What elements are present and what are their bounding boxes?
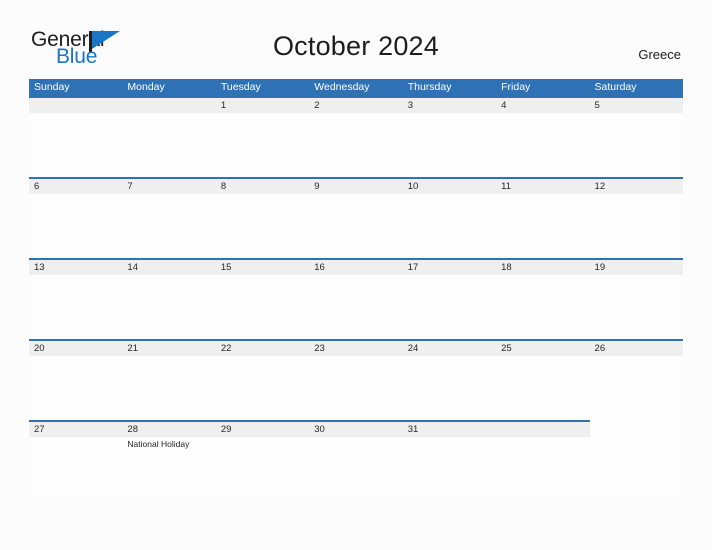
calendar-day-cell-30[interactable]: 30 xyxy=(309,420,403,501)
day-number: 12 xyxy=(594,181,606,192)
calendar-day-cell-9[interactable]: 9 xyxy=(309,177,403,258)
weekday-header-row: Sunday Monday Tuesday Wednesday Thursday Frid… xyxy=(29,79,683,96)
calendar-day-cell-2[interactable]: 2 xyxy=(309,96,403,177)
day-number: 8 xyxy=(220,181,227,192)
weekday-header-thursday: Thursday xyxy=(407,81,452,93)
calendar-weeks: 1 2 3 4 5 6 7 8 9 10 11 12 13 14 15 16 17 18 19 20 21 22 23 24 2… xyxy=(29,96,683,501)
day-number: 19 xyxy=(594,262,606,273)
day-number: 3 xyxy=(407,100,413,111)
calendar-day-cell-empty xyxy=(496,420,590,501)
calendar-day-cell-11[interactable]: 11 xyxy=(496,177,590,258)
weekday-header-friday: Friday xyxy=(501,81,531,93)
weekday-header-tuesday: Tuesday xyxy=(220,81,261,93)
calendar-day-cell-28[interactable]: 28 National Holiday xyxy=(122,420,216,501)
day-number: 1 xyxy=(220,100,227,111)
day-number: 10 xyxy=(407,181,419,192)
calendar-day-cell-16[interactable]: 16 xyxy=(309,258,403,339)
weekday-header-monday: Monday xyxy=(127,81,165,93)
day-number: 6 xyxy=(34,181,40,192)
day-number: 15 xyxy=(220,262,232,273)
day-number: 31 xyxy=(407,424,419,435)
calendar-day-cell-25[interactable]: 25 xyxy=(496,339,590,420)
day-number: 18 xyxy=(501,262,512,273)
calendar-day-cell-23[interactable]: 23 xyxy=(309,339,403,420)
day-number: 5 xyxy=(594,100,600,111)
day-number: 29 xyxy=(220,424,232,435)
day-number: 16 xyxy=(314,262,325,273)
calendar-day-cell-15[interactable]: 15 xyxy=(215,258,310,339)
calendar-day-cell-empty xyxy=(122,96,216,177)
day-number: 24 xyxy=(407,343,419,354)
calendar-day-cell-21[interactable]: 21 xyxy=(122,339,216,420)
page-title: October 2024 xyxy=(272,31,439,61)
day-number: 13 xyxy=(34,262,45,273)
calendar-day-cell-19[interactable]: 19 xyxy=(589,258,683,339)
page-header: General Blue October 2024 Greece xyxy=(0,0,712,78)
day-number: 21 xyxy=(127,343,138,354)
calendar-day-cell-4[interactable]: 4 xyxy=(496,96,590,177)
calendar-day-cell-empty xyxy=(29,96,123,177)
calendar-grid: Sunday Monday Tuesday Wednesday Thursday Frid… xyxy=(29,79,683,501)
locale-label: Greece xyxy=(638,47,681,62)
day-number: 4 xyxy=(501,100,507,111)
weekday-header-saturday: Saturday xyxy=(594,81,637,93)
day-number: 7 xyxy=(127,181,133,192)
calendar-day-cell-3[interactable]: 3 xyxy=(402,96,497,177)
calendar-day-cell-14[interactable]: 14 xyxy=(122,258,216,339)
calendar-day-cell-5[interactable]: 5 xyxy=(589,96,683,177)
day-number: 30 xyxy=(314,424,325,435)
calendar-week-row: 27 28 National Holiday 29 30 31 xyxy=(29,420,683,501)
calendar-day-cell-8[interactable]: 8 xyxy=(215,177,310,258)
weekday-header-wednesday: Wednesday xyxy=(314,81,370,93)
calendar-day-cell-24[interactable]: 24 xyxy=(402,339,497,420)
day-number: 22 xyxy=(220,343,232,354)
calendar-week-row: 13 14 15 16 17 18 19 xyxy=(29,258,683,339)
day-number: 9 xyxy=(314,181,320,192)
weekday-header-sunday: Sunday xyxy=(34,81,70,93)
calendar-week-row: 20 21 22 23 24 25 26 xyxy=(29,339,683,420)
calendar-week-row: 1 2 3 4 5 xyxy=(29,96,683,177)
calendar-day-cell-26[interactable]: 26 xyxy=(589,339,683,420)
calendar-day-cell-17[interactable]: 17 xyxy=(402,258,497,339)
calendar-day-cell-18[interactable]: 18 xyxy=(496,258,590,339)
day-number: 20 xyxy=(34,343,45,354)
day-number: 26 xyxy=(594,343,606,354)
calendar-day-cell-6[interactable]: 6 xyxy=(29,177,123,258)
day-event-label: National Holiday xyxy=(127,439,190,449)
calendar-day-cell-1[interactable]: 1 xyxy=(215,96,310,177)
day-number: 28 xyxy=(127,424,138,435)
calendar-day-cell-12[interactable]: 12 xyxy=(589,177,683,258)
calendar-day-cell-20[interactable]: 20 xyxy=(29,339,123,420)
calendar-day-cell-27[interactable]: 27 xyxy=(29,420,123,501)
calendar-week-row: 6 7 8 9 10 11 12 xyxy=(29,177,683,258)
calendar-day-cell-10[interactable]: 10 xyxy=(402,177,497,258)
day-number: 25 xyxy=(501,343,512,354)
day-number: 23 xyxy=(314,343,325,354)
day-number: 17 xyxy=(407,262,419,273)
day-number: 2 xyxy=(314,100,320,111)
calendar-day-cell-22[interactable]: 22 xyxy=(215,339,310,420)
calendar-day-cell-31[interactable]: 31 xyxy=(402,420,497,501)
day-number: 27 xyxy=(34,424,45,435)
day-number: 14 xyxy=(127,262,138,273)
calendar-day-cell-7[interactable]: 7 xyxy=(122,177,216,258)
calendar-day-cell-13[interactable]: 13 xyxy=(29,258,123,339)
calendar-day-cell-empty xyxy=(589,420,683,501)
calendar-day-cell-29[interactable]: 29 xyxy=(215,420,310,501)
day-number: 11 xyxy=(501,181,511,192)
